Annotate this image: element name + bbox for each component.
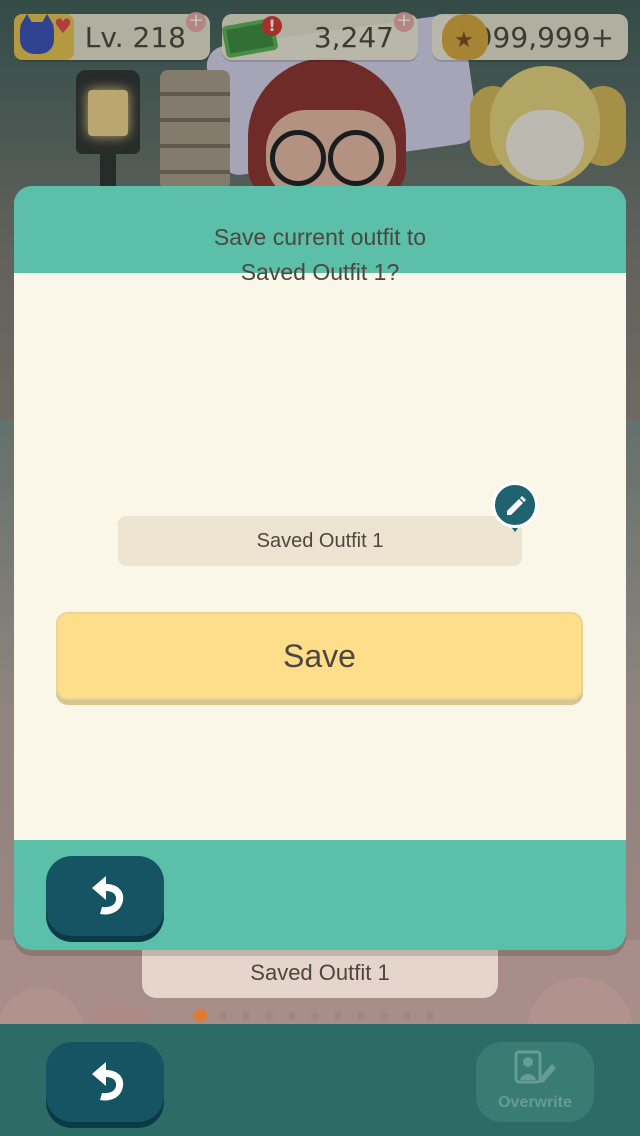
pager-dot (403, 1011, 411, 1020)
pager-dot (219, 1011, 227, 1020)
outfit-name-field[interactable]: Saved Outfit 1 (118, 516, 522, 566)
undo-arrow-icon (92, 876, 124, 915)
undo-arrow-icon (92, 1062, 124, 1101)
pager-dot (242, 1011, 250, 1020)
pager-dot (380, 1011, 388, 1020)
overwrite-label: Overwrite (498, 1094, 572, 1111)
pager-dot (334, 1011, 342, 1020)
pager-dot (357, 1011, 365, 1020)
pager-dot-active (194, 1009, 207, 1022)
overwrite-button[interactable]: Overwrite (476, 1042, 594, 1122)
pencil-icon (507, 496, 526, 515)
pager-dot (311, 1011, 319, 1020)
overwrite-icon (514, 1050, 556, 1084)
save-outfit-dialog (14, 186, 626, 950)
pager-dot (265, 1011, 273, 1020)
save-prompt: Save current outfit to Saved Outfit 1? (0, 220, 640, 290)
pager-dot (426, 1011, 434, 1020)
dialog-back-button[interactable] (46, 856, 164, 936)
prompt-line-1: Save current outfit to (213, 224, 427, 250)
save-button[interactable]: Save (56, 612, 583, 700)
prompt-line-2: Saved Outfit 1? (240, 259, 400, 285)
pager-dot (288, 1011, 296, 1020)
current-outfit-label: Saved Outfit 1 (142, 948, 498, 998)
edit-name-button[interactable] (492, 482, 538, 528)
bottom-back-button[interactable] (46, 1042, 164, 1122)
page-indicator (194, 1005, 449, 1022)
